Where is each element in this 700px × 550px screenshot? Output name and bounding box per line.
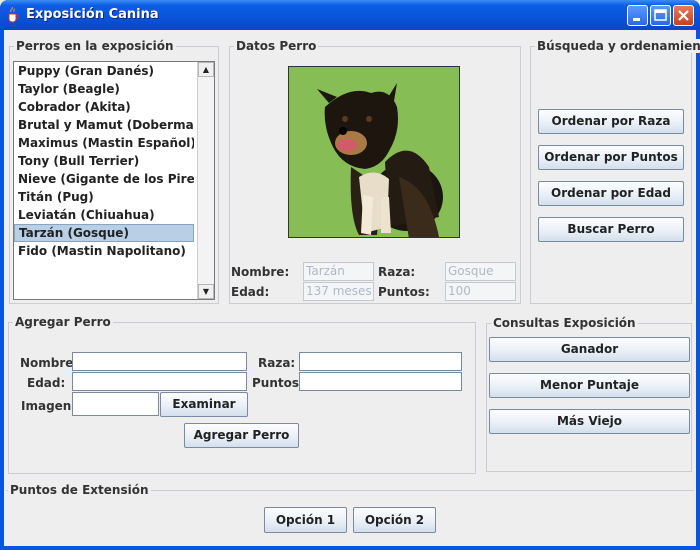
app-window: Exposición Canina Perros en la exposició… [0,0,700,550]
list-scrollbar[interactable]: ▲ ▼ [197,62,214,299]
maximize-icon [654,9,667,21]
nombre-label: Nombre: [231,265,290,279]
edad-input[interactable] [72,372,247,391]
window-title: Exposición Canina [26,7,159,22]
list-item[interactable]: Brutal y Mamut (Doberman) [14,116,194,134]
nombre-display: Tarzán [303,262,374,281]
java-cup-icon [8,7,19,23]
menor-puntaje-button[interactable]: Menor Puntaje [489,373,690,398]
datos-panel-title: Datos Perro [234,39,319,53]
minimize-icon [633,18,640,21]
ganador-button[interactable]: Ganador [489,337,690,362]
buscar-perro-button[interactable]: Buscar Perro [538,217,684,242]
title-bar[interactable]: Exposición Canina [0,0,700,30]
list-item[interactable]: Puppy (Gran Danés) [14,62,194,80]
agregar-raza-label: Raza: [258,356,296,370]
maximize-button[interactable] [650,5,671,26]
mas-viejo-button[interactable]: Más Viejo [489,409,690,434]
list-item[interactable]: Titán (Pug) [14,188,194,206]
imagen-label: Imagen: [21,399,77,413]
minimize-button[interactable] [627,5,648,26]
datos-panel: Datos Perro Nombre: Tarzán Raza: Gosque … [229,39,521,304]
list-item[interactable]: Fido (Mastin Napolitano) [14,242,194,260]
agregar-panel: Agregar Perro Nombre: Raza: Edad: Puntos… [8,315,476,474]
busqueda-panel: Búsqueda y ordenamientos Ordenar por Raz… [530,39,700,304]
opcion-2-button[interactable]: Opción 2 [353,507,436,533]
raza-input[interactable] [299,352,462,371]
consultas-panel: Consultas Exposición Ganador Menor Punta… [486,316,692,472]
edad-display: 137 meses [303,282,374,301]
puntos-display: 100 [445,282,516,301]
ordenar-puntos-button[interactable]: Ordenar por Puntos [538,145,684,170]
examinar-button[interactable]: Examinar [160,392,248,417]
opcion-1-button[interactable]: Opción 1 [264,507,347,533]
raza-label: Raza: [378,265,416,279]
scroll-down-button[interactable]: ▼ [198,284,214,299]
perros-list[interactable]: Puppy (Gran Danés) Taylor (Beagle) Cobra… [13,61,215,300]
close-icon [678,10,689,21]
list-item[interactable]: Leviatán (Chiuahua) [14,206,194,224]
window-content: Perros en la exposición Puppy (Gran Dané… [4,30,700,546]
agregar-perro-button[interactable]: Agregar Perro [184,423,299,448]
consultas-panel-title: Consultas Exposición [491,316,638,330]
ordenar-edad-button[interactable]: Ordenar por Edad [538,181,684,206]
dog-image [289,67,459,237]
extension-panel: Puntos de Extensión Opción 1 Opción 2 [6,483,694,542]
raza-display: Gosque [445,262,516,281]
busqueda-panel-title: Búsqueda y ordenamientos [535,39,700,53]
puntos-input[interactable] [299,372,462,391]
agregar-edad-label: Edad: [27,376,66,390]
agregar-nombre-label: Nombre: [20,356,79,370]
nombre-input[interactable] [72,352,247,371]
list-item[interactable]: Cobrador (Akita) [14,98,194,116]
dog-photo [288,66,460,238]
agregar-panel-title: Agregar Perro [13,315,113,329]
perros-panel: Perros en la exposición Puppy (Gran Dané… [9,39,219,304]
ordenar-raza-button[interactable]: Ordenar por Raza [538,109,684,134]
close-button[interactable] [673,5,694,26]
puntos-label: Puntos: [378,285,430,299]
list-item[interactable]: Tony (Bull Terrier) [14,152,194,170]
list-item[interactable]: Nieve (Gigante de los Pireneos) [14,170,194,188]
list-item[interactable]: Taylor (Beagle) [14,80,194,98]
edad-label: Edad: [231,285,270,299]
imagen-input[interactable] [72,392,159,416]
list-item-selected[interactable]: Tarzán (Gosque) [14,224,194,242]
agregar-puntos-label: Puntos: [252,376,304,390]
list-item[interactable]: Maximus (Mastin Español) [14,134,194,152]
extension-panel-title: Puntos de Extensión [8,483,151,497]
perros-panel-title: Perros en la exposición [14,39,176,53]
scroll-up-button[interactable]: ▲ [198,62,214,77]
